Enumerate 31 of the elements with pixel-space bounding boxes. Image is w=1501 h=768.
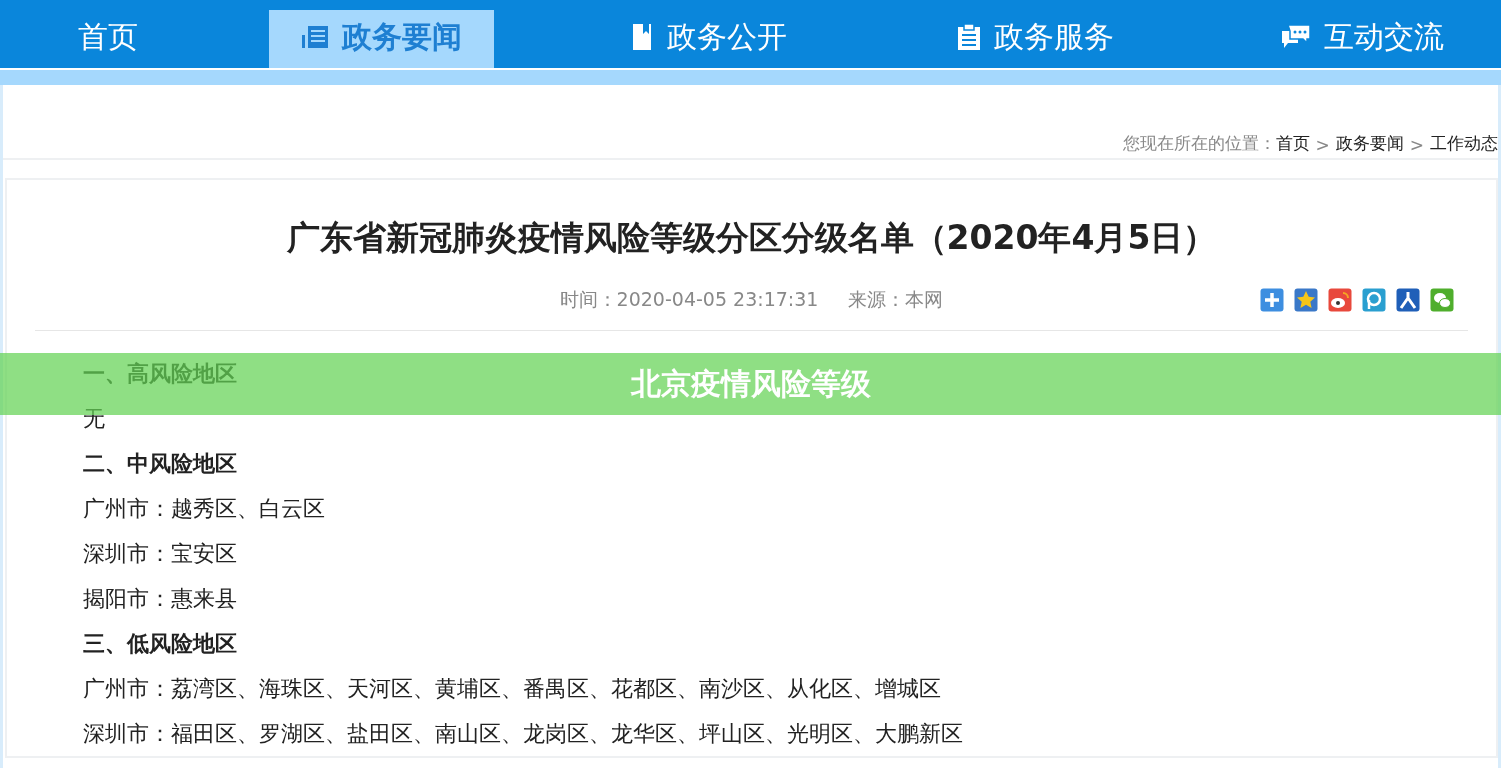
section-heading: 三、低风险地区 bbox=[83, 630, 237, 658]
region-list-text: 广州市：越秀区、白云区 bbox=[83, 495, 325, 523]
article-source: 来源：本网 bbox=[848, 287, 944, 312]
clipboard-icon bbox=[957, 24, 980, 50]
nav-tab[interactable]: 政务服务 bbox=[923, 10, 1148, 68]
share-weibo-icon[interactable] bbox=[1328, 288, 1352, 312]
breadcrumb-link[interactable]: 工作动态 bbox=[1430, 132, 1498, 155]
nav-tab[interactable]: 互动交流 bbox=[1250, 10, 1475, 68]
list-icon bbox=[301, 26, 328, 48]
chat-icon bbox=[1281, 25, 1310, 49]
breadcrumb-link[interactable]: 首页 bbox=[1275, 132, 1310, 155]
region-list-text: 深圳市：福田区、罗湖区、盐田区、南山区、龙岗区、龙华区、坪山区、光明区、大鹏新区 bbox=[83, 720, 963, 748]
share-wechat-icon[interactable] bbox=[1430, 288, 1454, 312]
banner-title: 北京疫情风险等级 bbox=[630, 364, 871, 403]
nav-tab[interactable]: 政务要闻 bbox=[269, 10, 494, 68]
breadcrumb-link[interactable]: 政务要闻 bbox=[1335, 132, 1404, 155]
region-list-text: 揭阳市：惠来县 bbox=[83, 585, 237, 613]
publish-time: 时间：2020-04-05 23:17:31 bbox=[559, 287, 819, 312]
region-list-text: 深圳市：宝安区 bbox=[83, 540, 237, 568]
region-list-text: 广州市：荔湾区、海珠区、天河区、黄埔区、番禺区、花都区、南沙区、从化区、增城区 bbox=[83, 675, 941, 703]
breadcrumb-label: 您现在所在的位置： bbox=[1122, 132, 1276, 155]
nav-tab[interactable]: 首页 bbox=[0, 10, 215, 68]
section-heading: 二、中风险地区 bbox=[83, 450, 237, 478]
document-icon bbox=[630, 24, 653, 50]
share-p-icon[interactable] bbox=[1362, 288, 1386, 312]
share-plus-icon[interactable] bbox=[1260, 288, 1284, 312]
share-person-icon[interactable] bbox=[1396, 288, 1420, 312]
nav-tab[interactable]: 政务公开 bbox=[596, 10, 821, 68]
breadcrumb-separator: > bbox=[1315, 135, 1330, 155]
article-title: 广东省新冠肺炎疫情风险等级分区分级名单（2020年4月5日） bbox=[285, 217, 1218, 259]
breadcrumb-separator: > bbox=[1409, 135, 1424, 155]
